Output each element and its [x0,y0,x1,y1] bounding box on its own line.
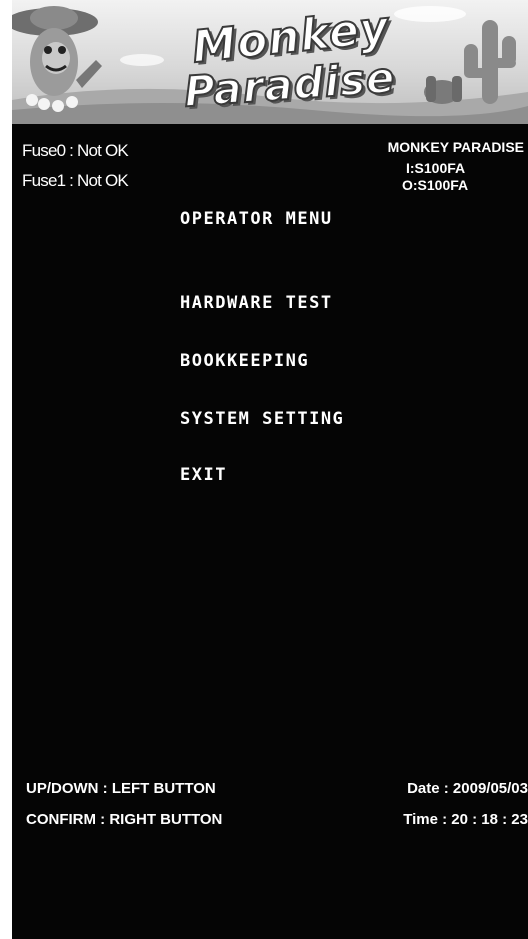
menu-item-system-setting[interactable]: SYSTEM SETTING [180,409,344,429]
fuse0-status: Fuse0 : Not OK [22,141,129,160]
menu-item-exit[interactable]: EXIT [180,465,227,485]
menu-title: OPERATOR MENU [180,209,333,229]
time-display: Time : 20 : 18 : 23 [403,811,528,828]
fuse1-status: Fuse1 : Not OK [22,171,129,190]
output-version: O:S100FA [402,177,469,193]
up-down-help-text: UP/DOWN : LEFT BUTTON [26,780,216,797]
input-version: I:S100FA [406,160,466,176]
operator-screen: Monkey Paradise Fuse0 : Not OK Fuse1 : N… [12,0,528,939]
game-title: MONKEY PARADISE [387,139,524,155]
menu-item-bookkeeping[interactable]: BOOKKEEPING [180,351,309,371]
game-logo: Monkey Paradise [162,1,402,120]
menu-item-hardware-test[interactable]: HARDWARE TEST [180,293,333,313]
confirm-help-text: CONFIRM : RIGHT BUTTON [26,811,223,828]
cactus-scenery [424,20,516,104]
game-banner: Monkey Paradise [12,0,528,124]
date-display: Date : 2009/05/03 [407,780,528,797]
